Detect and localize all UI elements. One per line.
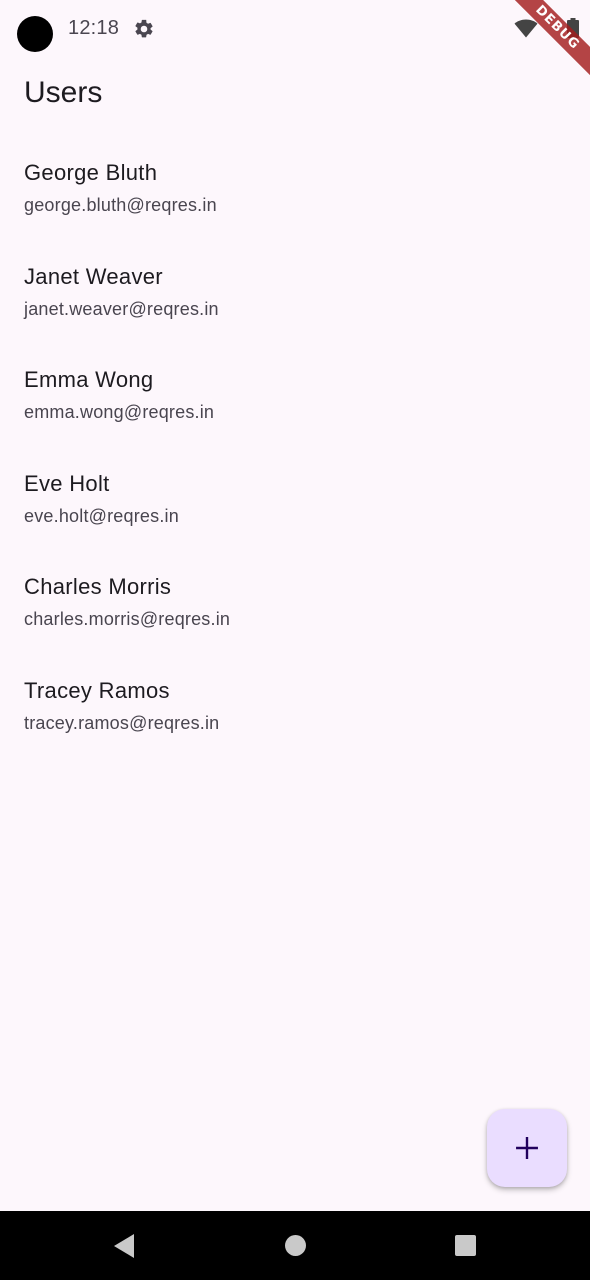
add-icon — [516, 1137, 538, 1159]
user-email: emma.wong@reqres.in — [24, 402, 215, 422]
back-icon[interactable] — [112, 1233, 136, 1259]
wifi-icon — [514, 19, 538, 38]
user-list-item[interactable]: Janet Weaver janet.weaver@reqres.in — [0, 254, 590, 358]
user-list-item[interactable]: Eve Holt eve.holt@reqres.in — [0, 461, 590, 565]
user-name: Emma Wong — [24, 367, 154, 392]
system-navigation-bar — [0, 1211, 590, 1280]
user-name: Tracey Ramos — [24, 677, 170, 703]
camera-cutout — [17, 16, 53, 52]
user-email: janet.weaver@reqres.in — [24, 298, 219, 319]
user-list-item[interactable]: Tracey Ramos tracey.ramos@reqres.in — [0, 668, 590, 772]
user-email: eve.holt@reqres.in — [24, 505, 179, 526]
user-list: George Bluth george.bluth@reqres.in Jane… — [0, 150, 590, 771]
user-name: Eve Holt — [24, 470, 110, 496]
status-bar: 12:18 — [0, 0, 590, 58]
user-email: tracey.ramos@reqres.in — [24, 712, 220, 733]
user-list-item[interactable]: Charles Morris charles.morris@reqres.in — [0, 564, 590, 668]
user-list-item[interactable]: George Bluth george.bluth@reqres.in — [0, 150, 590, 254]
user-email: charles.morris@reqres.in — [24, 609, 231, 629]
status-time: 12:18 — [68, 17, 120, 39]
add-user-button[interactable] — [487, 1109, 567, 1187]
battery-icon — [567, 18, 579, 38]
user-list-item[interactable]: Emma Wong emma.wong@reqres.in — [0, 357, 590, 461]
settings-icon — [135, 19, 153, 38]
user-name: George Bluth — [24, 160, 158, 185]
recents-icon[interactable] — [455, 1235, 476, 1256]
home-icon[interactable] — [285, 1235, 306, 1256]
user-email: george.bluth@reqres.in — [24, 195, 217, 215]
user-name: Charles Morris — [24, 574, 172, 599]
page-title: Users — [24, 76, 103, 109]
user-name: Janet Weaver — [24, 263, 163, 289]
